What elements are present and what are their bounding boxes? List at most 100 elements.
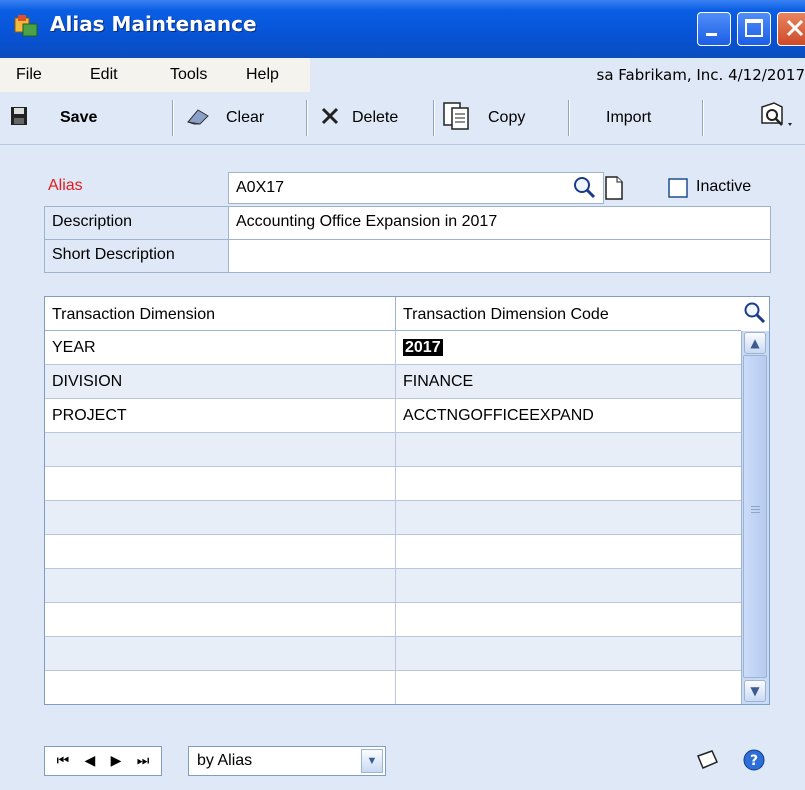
inactive-checkbox[interactable] [668,178,688,202]
dimension-code-cell[interactable] [396,637,741,670]
next-record-icon[interactable]: ▶ [111,753,122,769]
close-button[interactable] [777,12,805,46]
description-label: Description [44,206,230,240]
dimension-cell[interactable]: YEAR [45,331,396,364]
alias-lookup-icon[interactable] [572,175,598,205]
chevron-down-icon[interactable]: ▼ [361,749,383,773]
table-row[interactable] [45,501,741,535]
dimension-cell[interactable] [45,433,396,466]
short-description-label: Short Description [44,239,230,273]
svg-text:?: ? [750,753,758,769]
chevron-down-icon: ▼ [750,684,760,698]
copy-button[interactable]: Copy [442,92,525,144]
delete-label: Delete [352,109,399,126]
toolbar-separator [172,100,174,136]
short-description-field[interactable] [228,239,771,273]
close-icon [786,19,804,37]
new-document-icon[interactable] [604,175,624,205]
dimension-code-cell[interactable]: FINANCE [396,365,741,398]
dimension-code-cell[interactable]: ACCTNGOFFICEEXPAND [396,399,741,432]
alias-label: Alias [48,177,83,194]
dimension-code-cell[interactable] [396,535,741,568]
dimension-cell[interactable]: DIVISION [45,365,396,398]
scroll-up-button[interactable]: ▲ [744,332,766,354]
scroll-thumb[interactable] [743,355,767,678]
dimension-code-cell[interactable] [396,569,741,602]
maximize-button[interactable] [737,12,771,46]
save-label: Save [60,109,98,126]
minimize-button[interactable] [697,12,731,46]
toolbar-separator [433,100,435,136]
table-row[interactable] [45,671,741,704]
save-icon [10,106,28,131]
menu-file[interactable]: File [16,66,42,84]
column-header-dimension-code: Transaction Dimension Code [396,297,741,331]
copy-label: Copy [488,109,526,126]
dimension-cell[interactable] [45,467,396,500]
table-row[interactable] [45,569,741,603]
import-button[interactable]: Import [606,92,651,144]
dimension-code-cell[interactable] [396,603,741,636]
title-bar: Alias Maintenance [0,0,805,58]
dimension-code-cell[interactable] [396,467,741,500]
previous-record-icon[interactable]: ◀ [85,753,96,769]
dimension-cell[interactable] [45,671,396,704]
table-row[interactable] [45,535,741,569]
toolbar-separator [702,100,704,136]
dimension-cell[interactable] [45,535,396,568]
toolbar-separator [568,100,570,136]
note-icon[interactable] [694,748,720,776]
table-row[interactable]: DIVISION FINANCE [45,365,741,399]
description-field[interactable]: Accounting Office Expansion in 2017 [228,206,771,240]
table-row[interactable] [45,467,741,501]
dimension-code-cell[interactable]: 2017 [396,331,741,364]
alias-value: A0X17 [236,179,285,196]
inactive-label: Inactive [696,178,752,195]
first-record-icon[interactable]: ⏮ [57,753,70,769]
dimension-cell[interactable] [45,637,396,670]
scroll-down-button[interactable]: ▼ [744,680,766,702]
dimension-grid: Transaction Dimension Transaction Dimens… [44,296,770,705]
table-row[interactable]: YEAR 2017 [45,331,741,365]
grip-icon [751,506,760,507]
clear-label: Clear [226,109,265,126]
window-title: Alias Maintenance [50,12,257,36]
dimension-code-cell[interactable] [396,433,741,466]
table-row[interactable] [45,637,741,671]
toolbar-separator [306,100,308,136]
table-row[interactable]: PROJECT ACCTNGOFFICEEXPAND [45,399,741,433]
menu-help[interactable]: Help [246,66,279,84]
dimension-cell[interactable]: PROJECT [45,399,396,432]
dimension-cell[interactable] [45,603,396,636]
minimize-icon [706,33,717,36]
sort-order-select[interactable]: by Alias ▼ [188,746,386,776]
menu-tools[interactable]: Tools [170,66,207,84]
dimension-cell[interactable] [45,569,396,602]
menu-info-area: sa Fabrikam, Inc. 4/12/2017 [310,58,805,92]
alias-field[interactable]: A0X17 [228,172,604,204]
delete-button[interactable]: Delete [320,92,398,144]
description-value: Accounting Office Expansion in 2017 [236,213,498,230]
help-icon[interactable]: ? [742,748,766,776]
copy-icon [442,101,472,136]
table-row[interactable] [45,433,741,467]
dimension-code-cell[interactable] [396,671,741,704]
grid-lookup-icon[interactable] [743,301,767,329]
dimension-cell[interactable] [45,501,396,534]
save-button[interactable]: Save [10,92,97,144]
column-header-dimension: Transaction Dimension [45,297,396,331]
dimension-code-cell[interactable] [396,501,741,534]
print-options-button[interactable] [758,92,798,144]
delete-x-icon [320,106,340,131]
vertical-scrollbar[interactable]: ▲ ▼ [741,331,769,704]
clear-button[interactable]: Clear [186,92,264,144]
table-row[interactable] [45,603,741,637]
record-navigation: ⏮ ◀ ▶ ⏭ [44,746,162,776]
last-record-icon[interactable]: ⏭ [137,753,150,769]
chevron-up-icon: ▲ [750,336,760,350]
company-info: sa Fabrikam, Inc. 4/12/2017 [596,66,805,84]
sort-order-value: by Alias [197,752,253,769]
toolbar: Save Clear Delete Copy Import [0,92,805,145]
maximize-icon [745,19,763,37]
menu-edit[interactable]: Edit [90,66,118,84]
